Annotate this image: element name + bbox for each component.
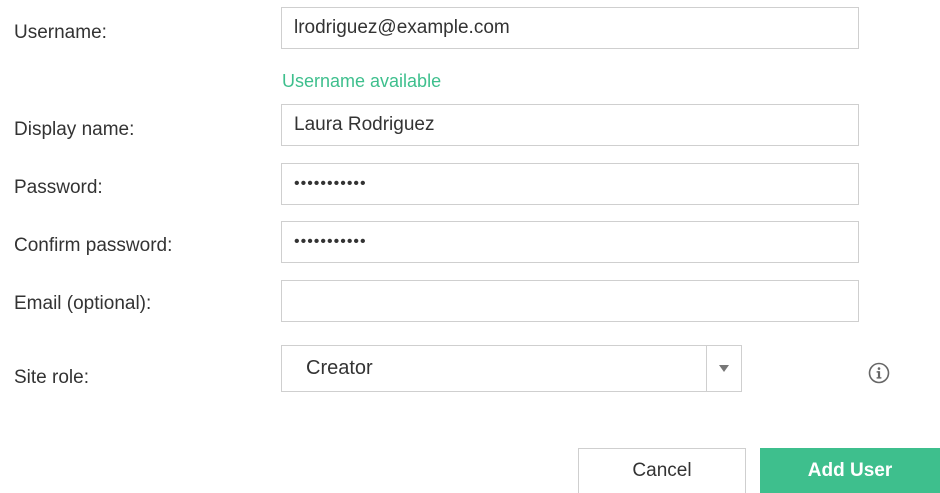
info-icon[interactable] <box>868 362 890 384</box>
cancel-button[interactable]: Cancel <box>578 448 746 493</box>
display-name-label: Display name: <box>14 119 135 140</box>
email-input[interactable] <box>281 280 859 322</box>
password-label: Password: <box>14 177 103 198</box>
username-input[interactable] <box>281 7 859 49</box>
site-role-select[interactable]: Creator <box>281 345 742 392</box>
confirm-password-label: Confirm password: <box>14 235 173 256</box>
site-role-selected-value: Creator <box>306 357 373 379</box>
password-input[interactable] <box>281 163 859 205</box>
add-user-form: Username: Username available Display nam… <box>0 0 940 493</box>
select-divider <box>706 346 707 391</box>
confirm-password-input[interactable] <box>281 221 859 263</box>
username-label: Username: <box>14 22 107 43</box>
display-name-input[interactable] <box>281 104 859 146</box>
site-role-label: Site role: <box>14 367 89 388</box>
add-user-button[interactable]: Add User <box>760 448 940 493</box>
email-label: Email (optional): <box>14 293 152 314</box>
username-availability-hint: Username available <box>282 71 442 91</box>
chevron-down-icon[interactable] <box>719 365 729 372</box>
